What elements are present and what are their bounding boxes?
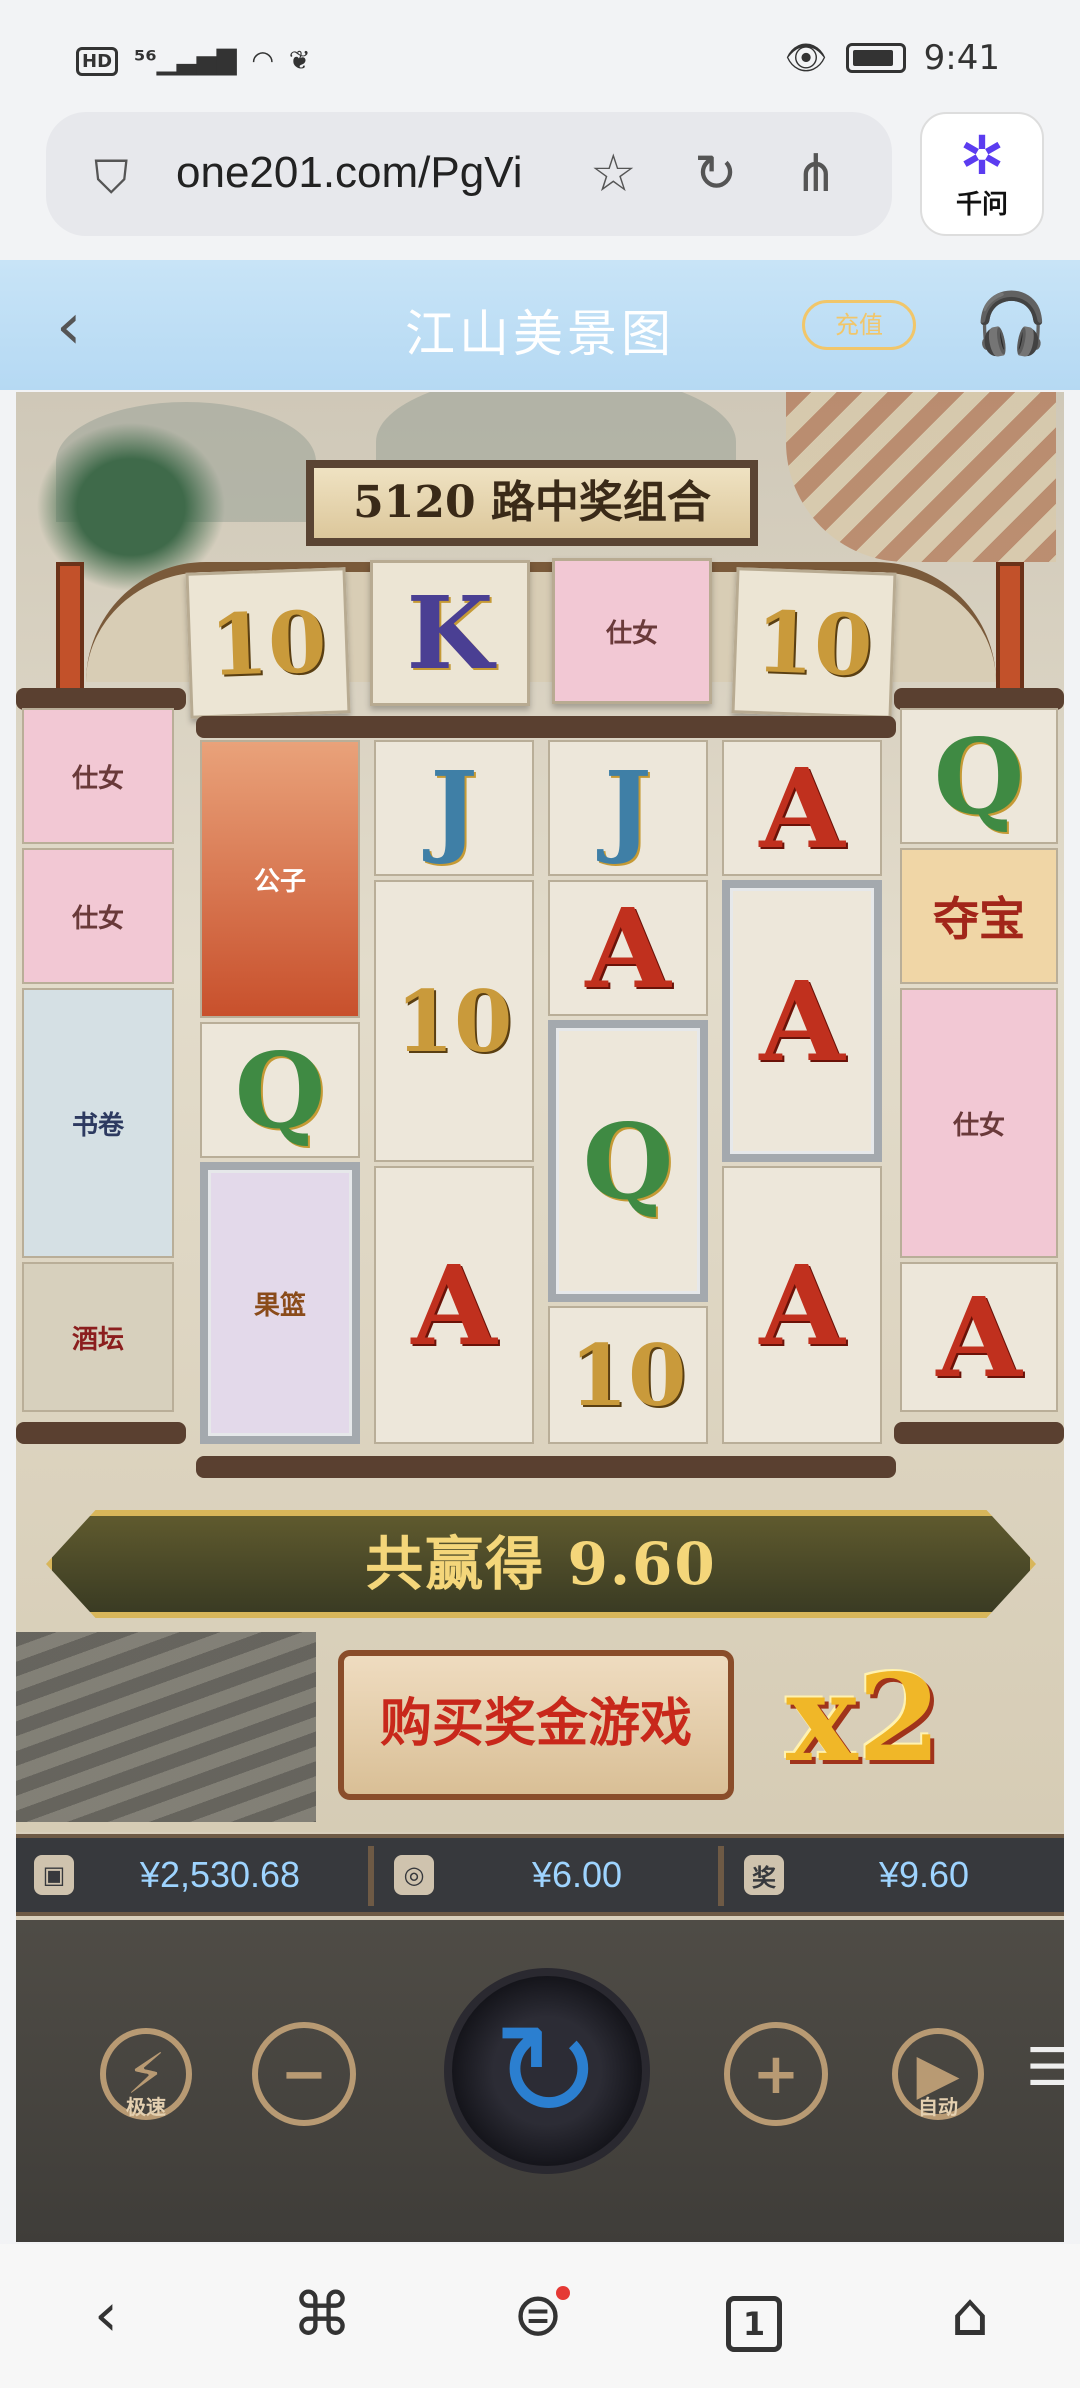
battery-icon	[845, 43, 906, 73]
reload-icon[interactable]: ↻	[694, 144, 738, 204]
notification-dot	[556, 2286, 570, 2300]
wifi-icon: ◠	[252, 46, 273, 76]
reel-roller	[894, 1422, 1064, 1444]
game-header: ‹ 江山美景图 充值 🎧	[0, 260, 1080, 390]
symbol-fruit-basket: 果篮	[200, 1162, 360, 1444]
bet-display: ◎ ¥6.00	[376, 1838, 720, 1912]
reel-roller	[16, 1422, 186, 1444]
status-bar: HD ⁵⁶▁▃▅▇ ◠ ❦ 👁 9:41	[0, 0, 1080, 110]
nav-menu-icon[interactable]: ⊜	[498, 2280, 578, 2350]
assistant-button[interactable]: ✲ 千问	[920, 112, 1044, 236]
browser-bottom-nav: ‹ ⌘ ⊜ 1 ⌂	[0, 2244, 1080, 2388]
game-title: 江山美景图	[405, 305, 675, 363]
assistant-logo-icon: ✲	[959, 124, 1005, 187]
reel-roller	[196, 1456, 896, 1478]
menu-icon[interactable]: ☰	[1026, 2038, 1064, 2098]
top-symbol: 10	[185, 567, 351, 719]
symbol-card: Q	[200, 1022, 360, 1158]
recharge-button[interactable]: 充值	[802, 300, 916, 350]
wallet-icon: ▣	[34, 1855, 74, 1895]
top-symbol: K	[370, 560, 530, 706]
win-display: 奖 ¥9.60	[726, 1838, 1064, 1912]
autoplay-label: 自动	[918, 2095, 958, 2119]
symbol-card: A	[722, 1166, 882, 1444]
network-indicators: HD ⁵⁶▁▃▅▇ ◠ ❦	[76, 46, 311, 76]
plus-icon: +	[752, 2041, 800, 2107]
symbol-card: A	[900, 1262, 1058, 1412]
bridge-decoration	[786, 392, 1056, 562]
village-roofs	[16, 1632, 316, 1822]
win-value: ¥9.60	[878, 1854, 970, 1895]
signal-icon: ⁵⁶▁▃▅▇	[134, 46, 237, 76]
symbol-wine-jar: 酒坛	[22, 1262, 174, 1412]
symbol-card: A	[548, 880, 708, 1016]
assistant-label: 千问	[955, 190, 1008, 220]
control-panel: ⚡ 极速 − ↻ + ▶ 自动 ☰	[16, 1920, 1064, 2242]
info-bar: ▣ ¥2,530.68 ◎ ¥6.00 奖 ¥9.60	[16, 1834, 1064, 1916]
slot-game: 5120 路中奖组合 10 K 仕女 10 仕女 仕女 书卷 酒坛 公子 Q 果…	[16, 392, 1064, 2242]
nav-apps-icon[interactable]: ⌘	[282, 2280, 362, 2350]
eye-icon: 👁	[784, 38, 828, 78]
symbol-card: 10	[548, 1306, 708, 1444]
top-symbol-maiden: 仕女	[552, 558, 712, 704]
reel-roller	[894, 688, 1064, 710]
balance-value: ¥2,530.68	[139, 1854, 301, 1895]
nav-tabs-button[interactable]: 1	[714, 2280, 794, 2352]
reel-roller	[16, 688, 186, 710]
symbol-maiden: 仕女	[22, 848, 174, 984]
symbol-card-framed: Q	[548, 1020, 708, 1302]
spin-arrows-icon: ↻	[492, 1995, 602, 2147]
symbol-card-framed: A	[722, 880, 882, 1162]
symbol-card: 10	[374, 880, 534, 1162]
url-text[interactable]: one201.com/PgVi	[176, 148, 523, 198]
decrease-bet-button[interactable]: −	[252, 2022, 356, 2126]
turbo-button[interactable]: ⚡ 极速	[100, 2028, 192, 2120]
symbol-card: J	[374, 740, 534, 876]
total-win-banner: 共赢得 9.60	[46, 1510, 1036, 1618]
spin-button[interactable]: ↻	[444, 1968, 650, 2174]
top-symbol: 10	[731, 567, 897, 719]
reel-roller	[196, 716, 896, 738]
win-icon: 奖	[744, 1855, 784, 1895]
address-bar[interactable]: ⛉ one201.com/PgVi ☆ ↻ ⋔	[46, 112, 892, 236]
symbol-card: J	[548, 740, 708, 876]
shield-icon[interactable]: ⛉	[94, 150, 129, 206]
symbol-card: Q	[900, 708, 1058, 844]
balance-display: ▣ ¥2,530.68	[16, 1838, 366, 1912]
customer-service-icon[interactable]: 🎧	[974, 288, 1049, 359]
symbol-maiden: 仕女	[900, 988, 1058, 1258]
hd-icon: HD	[76, 46, 119, 76]
autoplay-button[interactable]: ▶ 自动	[892, 2028, 984, 2120]
notification-icon: ❦	[288, 46, 311, 76]
nav-back-icon[interactable]: ‹	[66, 2280, 146, 2350]
favorite-star-icon[interactable]: ☆	[590, 144, 637, 204]
status-right: 👁 9:41	[784, 38, 1000, 78]
turbo-label: 极速	[126, 2095, 166, 2119]
coins-icon: ◎	[394, 1855, 434, 1895]
symbol-maiden: 仕女	[22, 708, 174, 844]
buy-bonus-button[interactable]: 购买奖金游戏	[338, 1650, 734, 1800]
win-multiplier: x2	[786, 1648, 942, 1789]
symbol-scroll-book: 书卷	[22, 988, 174, 1258]
minus-icon: −	[280, 2041, 328, 2107]
symbol-card: A	[374, 1166, 534, 1444]
nav-home-icon[interactable]: ⌂	[930, 2280, 1010, 2350]
clock: 9:41	[923, 38, 1000, 78]
share-icon[interactable]: ⋔	[794, 144, 838, 204]
symbol-scatter: 夺宝	[900, 848, 1058, 984]
symbol-card: A	[722, 740, 882, 876]
tab-count: 1	[726, 2296, 782, 2352]
increase-bet-button[interactable]: +	[724, 2022, 828, 2126]
bet-value: ¥6.00	[531, 1854, 623, 1895]
symbol-gentleman: 公子	[200, 740, 360, 1018]
ways-banner: 5120 路中奖组合	[306, 460, 758, 546]
